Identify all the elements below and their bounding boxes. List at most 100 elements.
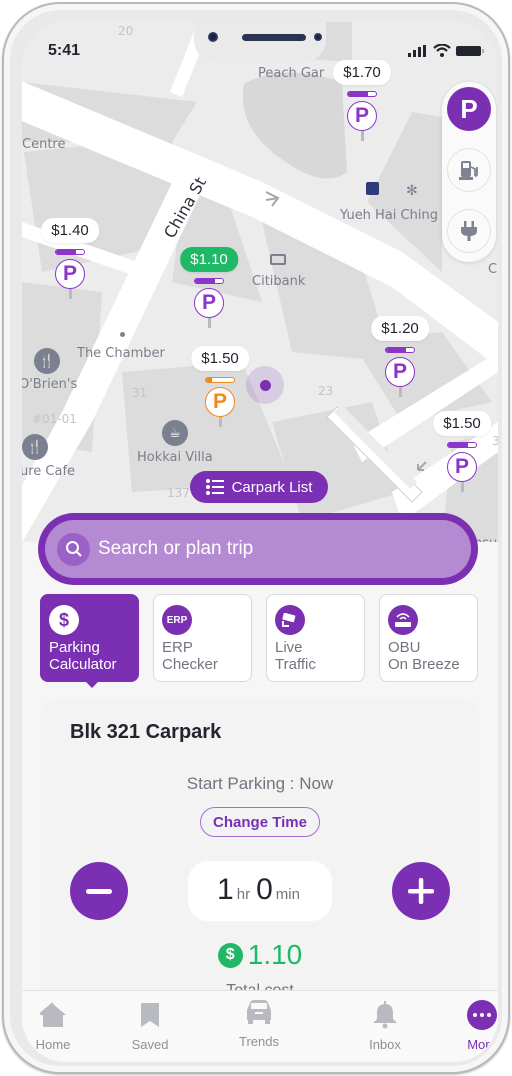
occupancy-bar — [194, 278, 224, 284]
start-parking-text: Start Parking : Now — [186, 774, 334, 793]
parking-filter-button[interactable]: P — [447, 87, 491, 131]
feature-live-traffic[interactable]: Live Traffic — [266, 594, 365, 682]
temple-icon[interactable]: ✻ — [406, 182, 418, 199]
occupancy-bar — [55, 249, 85, 255]
change-time-button[interactable]: Change Time — [200, 807, 320, 837]
duration-hours-unit: hr — [236, 886, 251, 903]
occupancy-bar — [347, 91, 377, 97]
map-filter-panel: P — [442, 82, 496, 262]
bank-icon[interactable] — [270, 254, 286, 265]
feature-cards: $ Parking Calculator ERP ERP Checker Liv… — [40, 594, 478, 688]
status-time: 5:41 — [48, 42, 81, 59]
list-icon — [205, 479, 224, 495]
tab-inbox[interactable]: Inbox — [350, 999, 420, 1052]
bell-icon — [373, 1001, 397, 1029]
erp-icon: ERP — [162, 605, 192, 635]
tab-trends[interactable]: Trends — [224, 996, 294, 1049]
home-icon — [39, 1002, 66, 1027]
decrease-duration-button[interactable] — [70, 862, 128, 920]
map-number: 23 — [318, 384, 334, 398]
carpark-price: $1.40 — [41, 218, 99, 243]
tab-saved[interactable]: Saved — [115, 999, 185, 1052]
map-label-the-chamber: The Chamber — [77, 346, 165, 361]
tab-label: Saved — [131, 1037, 169, 1052]
tab-label: Inbox — [369, 1037, 401, 1052]
occupancy-bar — [385, 347, 415, 353]
parking-icon: P — [194, 288, 224, 318]
map-label-peach-garden: Peach Gar — [258, 66, 325, 81]
more-icon — [467, 1000, 497, 1030]
carpark-price: $1.70 — [333, 60, 391, 85]
feature-parking-calculator[interactable]: $ Parking Calculator — [40, 594, 139, 688]
signal-icon — [408, 44, 426, 57]
map-number: 137 — [167, 486, 190, 500]
fuel-icon — [459, 161, 478, 180]
duration-minutes: 0 — [256, 873, 273, 906]
phone-frame: 5:41 20 Peach Gar Centre China St Yueh H… — [2, 2, 510, 1074]
parking-icon: P — [347, 101, 377, 131]
parking-calculator-card: Blk 321 Carpark Start Parking : Now Chan… — [40, 699, 480, 1029]
map-label-citibank: Citibank — [252, 274, 306, 289]
occupancy-bar — [447, 442, 477, 448]
feature-erp-checker[interactable]: ERP ERP Checker — [153, 594, 252, 682]
status-icons — [408, 44, 484, 57]
ev-plug-icon — [461, 221, 477, 241]
bookmark-icon — [141, 1003, 159, 1027]
restaurant-icon[interactable]: 🍴 — [34, 348, 60, 374]
bus-stop-icon[interactable] — [366, 182, 379, 195]
search-bar[interactable]: Search or plan trip — [38, 513, 478, 585]
ev-filter-button[interactable] — [447, 209, 491, 253]
dollar-icon: $ — [217, 942, 243, 968]
fuel-filter-button[interactable] — [447, 148, 491, 192]
duration-display: 1 hr 0 min — [188, 861, 332, 921]
search-placeholder: Search or plan trip — [98, 538, 254, 559]
total-cost: $ 1.10 — [40, 939, 480, 971]
carpark-name: Blk 321 Carpark — [70, 721, 222, 743]
wifi-icon — [433, 44, 451, 57]
feature-label: Traffic — [275, 656, 316, 673]
camera-icon — [208, 32, 218, 42]
car-icon — [247, 1000, 271, 1024]
parking-icon: P — [385, 357, 415, 387]
map-label-edge: nsu — [474, 536, 497, 542]
feature-label: Live — [275, 639, 303, 656]
carpark-list-button[interactable]: Carpark List — [190, 471, 328, 503]
map-number: 20 — [118, 24, 134, 38]
obu-router-icon — [388, 605, 418, 635]
feature-obu-on-breeze[interactable]: OBU On Breeze — [379, 594, 478, 682]
feature-label: OBU — [388, 639, 421, 656]
sensor-icon — [314, 33, 322, 41]
parking-icon: P — [55, 259, 85, 289]
map-label-centre: Centre — [22, 137, 66, 152]
map-label-obriens: O'Brien's — [22, 377, 78, 392]
poi-dot-icon — [120, 332, 125, 337]
feature-label: ERP — [162, 639, 193, 656]
feature-label: Parking — [49, 639, 100, 656]
duration-hours: 1 — [217, 873, 234, 906]
speaker-grille — [242, 34, 306, 41]
map-label-yueh-hai-ching: Yueh Hai Ching — [340, 208, 438, 223]
restaurant-icon[interactable]: 🍴 — [22, 434, 48, 460]
search-icon — [57, 532, 90, 566]
marker-stem — [461, 482, 464, 492]
tab-home[interactable]: Home — [22, 999, 88, 1052]
search-input[interactable]: Search or plan trip — [45, 520, 471, 578]
dollar-icon: $ — [49, 605, 79, 635]
map-view[interactable]: 5:41 20 Peach Gar Centre China St Yueh H… — [22, 22, 498, 542]
cafe-icon[interactable]: ☕ — [162, 420, 188, 446]
map-number: 3 — [492, 434, 498, 448]
carpark-price: $1.10 — [180, 247, 238, 272]
feature-label: Calculator — [49, 656, 117, 673]
marker-stem — [208, 318, 211, 328]
battery-icon — [456, 45, 484, 56]
tab-more[interactable]: More — [447, 999, 498, 1052]
map-number: 31 — [132, 386, 148, 400]
bottom-tab-bar: Home Saved Trends Inbox More — [22, 990, 498, 1062]
duration-minutes-unit: min — [275, 886, 300, 903]
increase-duration-button[interactable] — [392, 862, 450, 920]
map-label-hokkai-villa: Hokkai Villa — [137, 450, 213, 465]
map-unit-label: #01-01 — [32, 412, 77, 426]
tab-label: Home — [35, 1037, 71, 1052]
carpark-list-label: Carpark List — [231, 478, 313, 496]
marker-stem — [219, 417, 222, 427]
